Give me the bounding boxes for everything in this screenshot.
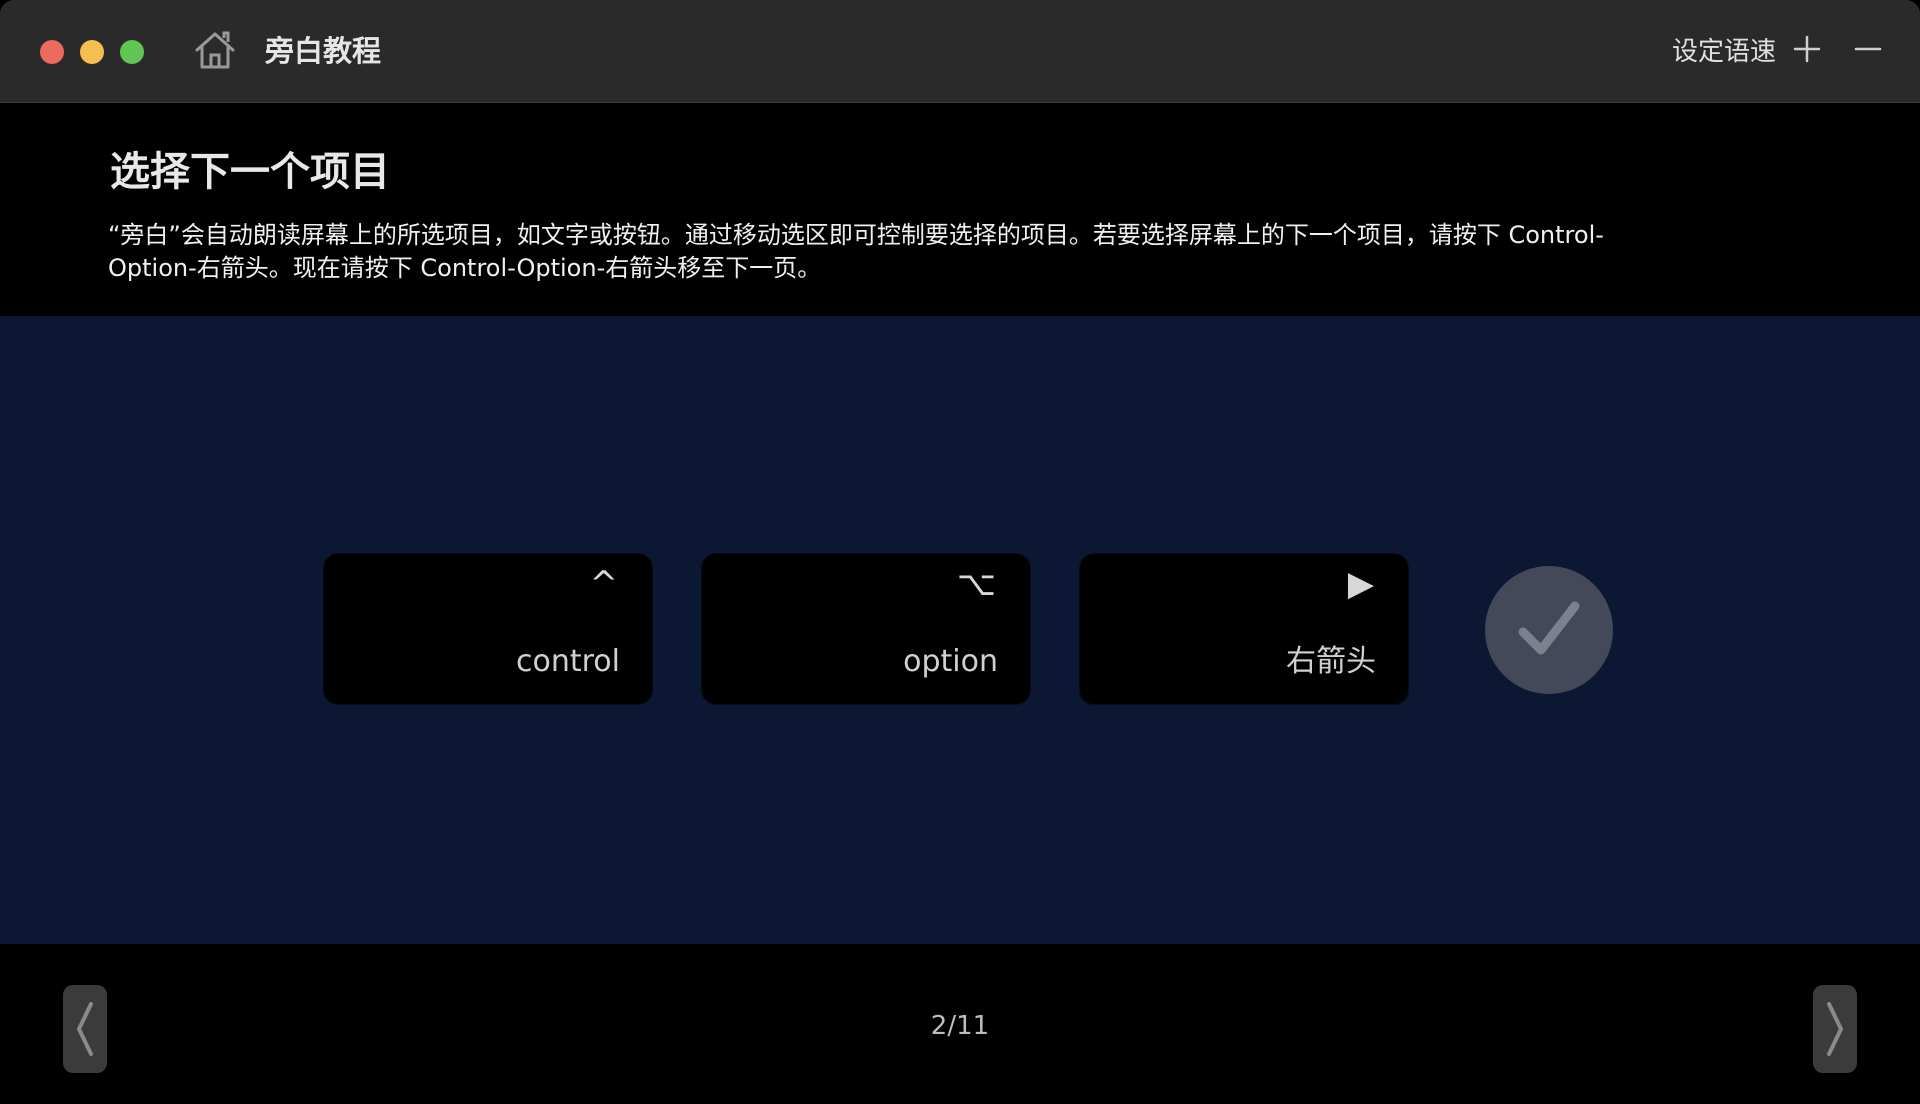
page-title: 选择下一个项目 — [110, 149, 390, 195]
voiceover-tutorial-window: 旁白教程 设定语速 选择下一个项目 “旁白”会自动朗读屏幕上的所选项目，如文字或… — [0, 0, 1920, 1104]
instruction-text: “旁白”会自动朗读屏幕上的所选项目，如文字或按钮。通过移动选区即可控制要选择的项… — [108, 221, 1604, 282]
title-bar: 旁白教程 设定语速 — [0, 0, 1920, 103]
completion-indicator — [1485, 566, 1613, 694]
next-page-button[interactable] — [1813, 985, 1857, 1073]
close-button[interactable] — [40, 40, 64, 64]
right-arrow-symbol: ▶ — [1347, 564, 1374, 604]
increase-rate-button[interactable] — [1792, 34, 1822, 64]
option-symbol: ⌥ — [956, 564, 996, 604]
window-title: 旁白教程 — [265, 34, 382, 68]
control-key: ^ control — [324, 554, 652, 704]
speech-rate-label: 设定语速 — [1672, 37, 1777, 67]
home-icon[interactable] — [192, 29, 238, 71]
control-symbol: ^ — [589, 564, 619, 604]
page-indicator: 2/11 — [930, 1011, 990, 1041]
option-key: ⌥ option — [702, 554, 1030, 704]
navigation-footer: 2/11 — [0, 944, 1920, 1104]
control-key-label: control — [516, 644, 620, 679]
decrease-rate-button[interactable] — [1853, 34, 1883, 64]
right-arrow-key-label: 右箭头 — [1286, 644, 1376, 679]
minimize-button[interactable] — [80, 40, 104, 64]
zoom-button[interactable] — [120, 40, 144, 64]
chevron-left-icon — [77, 1002, 93, 1056]
checkmark-icon — [1518, 601, 1580, 655]
previous-page-button[interactable] — [63, 985, 107, 1073]
key-combination-stage: ^ control ⌥ option ▶ 右箭头 — [0, 316, 1920, 944]
right-arrow-key: ▶ 右箭头 — [1080, 554, 1408, 704]
lesson-header: 选择下一个项目 “旁白”会自动朗读屏幕上的所选项目，如文字或按钮。通过移动选区即… — [0, 103, 1920, 316]
chevron-right-icon — [1827, 1002, 1843, 1056]
option-key-label: option — [903, 644, 998, 679]
